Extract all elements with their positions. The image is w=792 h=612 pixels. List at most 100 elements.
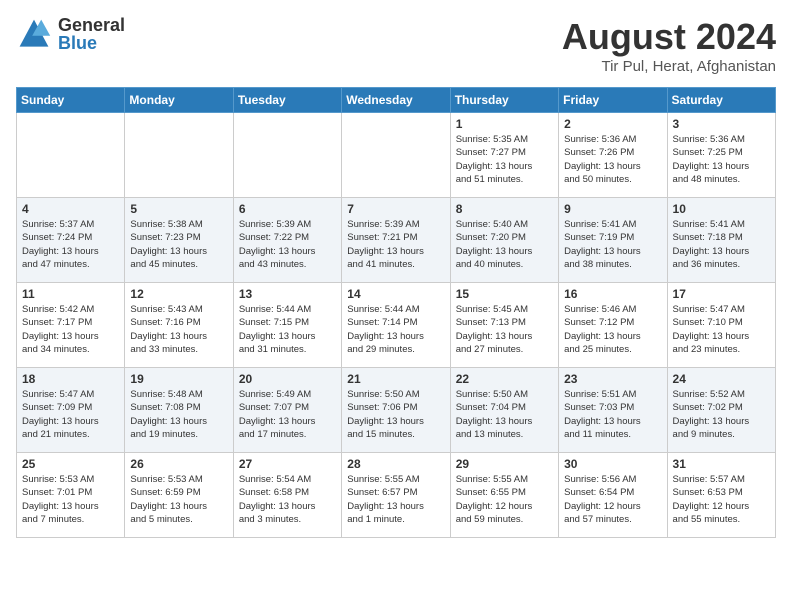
day-number: 31 [673,457,770,471]
day-number: 11 [22,287,119,301]
calendar-cell: 11Sunrise: 5:42 AM Sunset: 7:17 PM Dayli… [17,283,125,368]
calendar-cell: 23 Sunrise: 5:51 AM Sunset: 7:03 PM Dayli… [559,368,667,453]
day-info: Sunrise: 5:36 AM Sunset: 7:25 PM Dayligh… [673,133,770,186]
calendar-cell: 21 Sunrise: 5:50 AM Sunset: 7:06 PM Dayli… [342,368,450,453]
day-number: 19 [130,372,227,386]
day-number: 14 [347,287,444,301]
day-info: Sunrise: 5:41 AM Sunset: 7:18 PM Dayligh… [673,218,770,271]
calendar-week-row: 25Sunrise: 5:53 AM Sunset: 7:01 PM Dayli… [17,453,776,538]
day-info: Sunrise: 5:56 AM Sunset: 6:54 PM Dayligh… [564,473,661,526]
calendar-cell: 25Sunrise: 5:53 AM Sunset: 7:01 PM Dayli… [17,453,125,538]
day-info: Sunrise: 5:54 AM Sunset: 6:58 PM Dayligh… [239,473,336,526]
calendar-cell [17,113,125,198]
day-number: 2 [564,117,661,131]
day-number: 30 [564,457,661,471]
calendar-cell: 16 Sunrise: 5:46 AM Sunset: 7:12 PM Dayli… [559,283,667,368]
calendar-table: SundayMondayTuesdayWednesdayThursdayFrid… [16,87,776,538]
calendar-cell: 5 Sunrise: 5:38 AM Sunset: 7:23 PM Daylig… [125,198,233,283]
day-info: Sunrise: 5:51 AM Sunset: 7:03 PM Dayligh… [564,388,661,441]
calendar-cell [233,113,341,198]
day-number: 10 [673,202,770,216]
calendar-cell [125,113,233,198]
day-number: 27 [239,457,336,471]
calendar-cell: 20 Sunrise: 5:49 AM Sunset: 7:07 PM Dayli… [233,368,341,453]
day-info: Sunrise: 5:40 AM Sunset: 7:20 PM Dayligh… [456,218,553,271]
day-info: Sunrise: 5:45 AM Sunset: 7:13 PM Dayligh… [456,303,553,356]
page-header: General Blue August 2024 Tir Pul, Herat,… [16,16,776,75]
calendar-cell: 27 Sunrise: 5:54 AM Sunset: 6:58 PM Dayli… [233,453,341,538]
day-number: 28 [347,457,444,471]
calendar-cell: 26 Sunrise: 5:53 AM Sunset: 6:59 PM Dayli… [125,453,233,538]
day-info: Sunrise: 5:52 AM Sunset: 7:02 PM Dayligh… [673,388,770,441]
day-info: Sunrise: 5:50 AM Sunset: 7:06 PM Dayligh… [347,388,444,441]
calendar-cell: 9Sunrise: 5:41 AM Sunset: 7:19 PM Daylig… [559,198,667,283]
day-info: Sunrise: 5:38 AM Sunset: 7:23 PM Dayligh… [130,218,227,271]
day-number: 20 [239,372,336,386]
calendar-cell: 19 Sunrise: 5:48 AM Sunset: 7:08 PM Dayli… [125,368,233,453]
day-number: 1 [456,117,553,131]
header-day-monday: Monday [125,88,233,113]
calendar-cell: 28 Sunrise: 5:55 AM Sunset: 6:57 PM Dayli… [342,453,450,538]
day-number: 13 [239,287,336,301]
calendar-cell: 2 Sunrise: 5:36 AM Sunset: 7:26 PM Daylig… [559,113,667,198]
day-info: Sunrise: 5:46 AM Sunset: 7:12 PM Dayligh… [564,303,661,356]
day-info: Sunrise: 5:37 AM Sunset: 7:24 PM Dayligh… [22,218,119,271]
day-info: Sunrise: 5:48 AM Sunset: 7:08 PM Dayligh… [130,388,227,441]
day-info: Sunrise: 5:44 AM Sunset: 7:15 PM Dayligh… [239,303,336,356]
day-info: Sunrise: 5:53 AM Sunset: 7:01 PM Dayligh… [22,473,119,526]
logo: General Blue [16,16,125,52]
calendar-cell: 29Sunrise: 5:55 AM Sunset: 6:55 PM Dayli… [450,453,558,538]
day-number: 22 [456,372,553,386]
day-number: 4 [22,202,119,216]
day-info: Sunrise: 5:53 AM Sunset: 6:59 PM Dayligh… [130,473,227,526]
calendar-cell: 15 Sunrise: 5:45 AM Sunset: 7:13 PM Dayli… [450,283,558,368]
logo-blue: Blue [58,34,125,52]
logo-general: General [58,16,125,34]
day-number: 8 [456,202,553,216]
day-info: Sunrise: 5:36 AM Sunset: 7:26 PM Dayligh… [564,133,661,186]
day-info: Sunrise: 5:43 AM Sunset: 7:16 PM Dayligh… [130,303,227,356]
day-info: Sunrise: 5:57 AM Sunset: 6:53 PM Dayligh… [673,473,770,526]
calendar-week-row: 18 Sunrise: 5:47 AM Sunset: 7:09 PM Dayli… [17,368,776,453]
calendar-cell: 7 Sunrise: 5:39 AM Sunset: 7:21 PM Daylig… [342,198,450,283]
calendar-cell: 17Sunrise: 5:47 AM Sunset: 7:10 PM Dayli… [667,283,775,368]
logo-icon [16,16,52,52]
calendar-cell: 30 Sunrise: 5:56 AM Sunset: 6:54 PM Dayli… [559,453,667,538]
day-number: 6 [239,202,336,216]
day-number: 24 [673,372,770,386]
header-day-wednesday: Wednesday [342,88,450,113]
header-day-tuesday: Tuesday [233,88,341,113]
day-number: 15 [456,287,553,301]
calendar-cell: 8 Sunrise: 5:40 AM Sunset: 7:20 PM Daylig… [450,198,558,283]
calendar-cell: 18 Sunrise: 5:47 AM Sunset: 7:09 PM Dayli… [17,368,125,453]
day-number: 29 [456,457,553,471]
day-number: 5 [130,202,227,216]
day-info: Sunrise: 5:49 AM Sunset: 7:07 PM Dayligh… [239,388,336,441]
day-number: 9 [564,202,661,216]
day-info: Sunrise: 5:55 AM Sunset: 6:57 PM Dayligh… [347,473,444,526]
calendar-cell: 1Sunrise: 5:35 AM Sunset: 7:27 PM Daylig… [450,113,558,198]
calendar-cell: 12 Sunrise: 5:43 AM Sunset: 7:16 PM Dayli… [125,283,233,368]
day-number: 7 [347,202,444,216]
calendar-cell: 10 Sunrise: 5:41 AM Sunset: 7:18 PM Dayli… [667,198,775,283]
day-number: 21 [347,372,444,386]
day-info: Sunrise: 5:47 AM Sunset: 7:09 PM Dayligh… [22,388,119,441]
day-info: Sunrise: 5:39 AM Sunset: 7:22 PM Dayligh… [239,218,336,271]
day-number: 16 [564,287,661,301]
calendar-cell: 6 Sunrise: 5:39 AM Sunset: 7:22 PM Daylig… [233,198,341,283]
location-subtitle: Tir Pul, Herat, Afghanistan [562,58,776,75]
calendar-week-row: 4 Sunrise: 5:37 AM Sunset: 7:24 PM Daylig… [17,198,776,283]
day-number: 12 [130,287,227,301]
calendar-cell: 13 Sunrise: 5:44 AM Sunset: 7:15 PM Dayli… [233,283,341,368]
day-number: 23 [564,372,661,386]
calendar-cell: 24 Sunrise: 5:52 AM Sunset: 7:02 PM Dayli… [667,368,775,453]
title-block: August 2024 Tir Pul, Herat, Afghanistan [562,16,776,75]
day-number: 26 [130,457,227,471]
day-number: 18 [22,372,119,386]
day-number: 3 [673,117,770,131]
day-info: Sunrise: 5:44 AM Sunset: 7:14 PM Dayligh… [347,303,444,356]
calendar-week-row: 11Sunrise: 5:42 AM Sunset: 7:17 PM Dayli… [17,283,776,368]
day-info: Sunrise: 5:39 AM Sunset: 7:21 PM Dayligh… [347,218,444,271]
calendar-cell: 14 Sunrise: 5:44 AM Sunset: 7:14 PM Dayli… [342,283,450,368]
day-info: Sunrise: 5:47 AM Sunset: 7:10 PM Dayligh… [673,303,770,356]
